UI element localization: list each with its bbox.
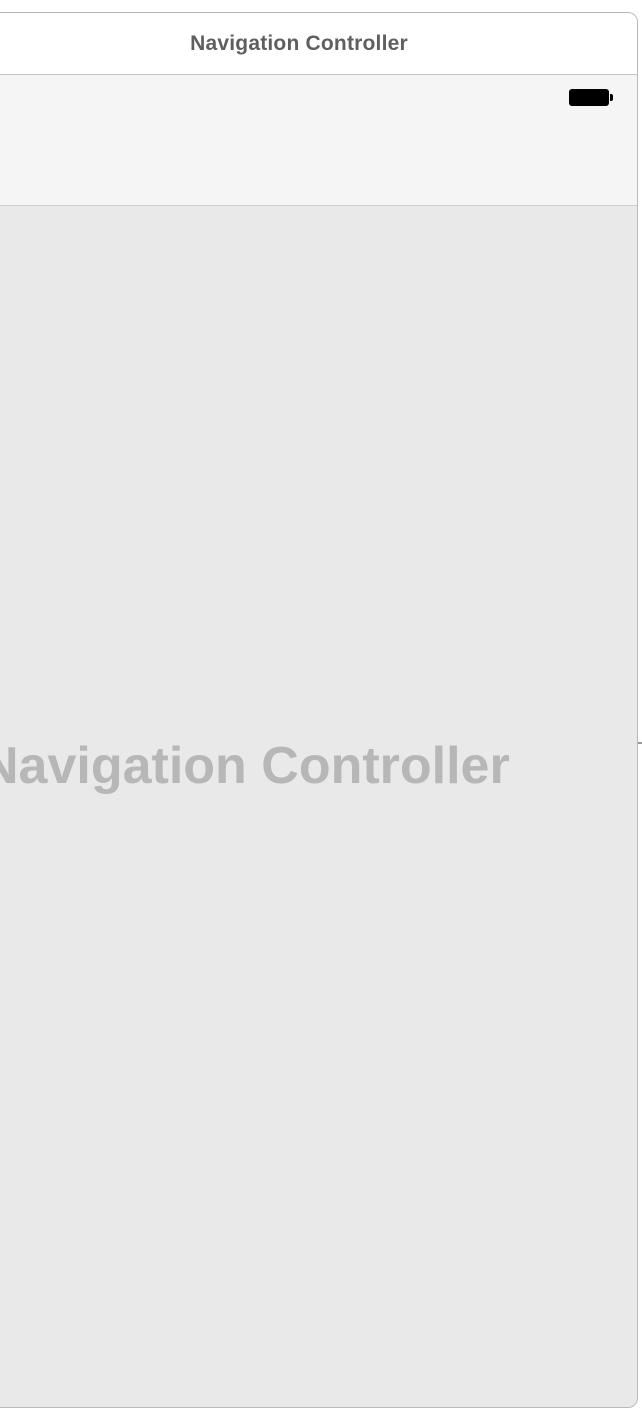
battery-body [569, 88, 609, 106]
scene-title-bar[interactable]: Navigation Controller [0, 13, 637, 75]
scene-content-area[interactable]: Navigation Controller [0, 206, 637, 1407]
battery-full-icon [569, 88, 614, 106]
navigation-bar[interactable] [0, 75, 637, 206]
navigation-controller-scene[interactable]: Navigation Controller Navigation Control… [0, 12, 638, 1408]
battery-tip [610, 93, 613, 101]
scene-placeholder-label: Navigation Controller [0, 737, 510, 795]
scene-title: Navigation Controller [190, 31, 408, 55]
storyboard-canvas: Navigation Controller Navigation Control… [0, 0, 642, 1412]
segue-connector[interactable] [638, 742, 642, 744]
